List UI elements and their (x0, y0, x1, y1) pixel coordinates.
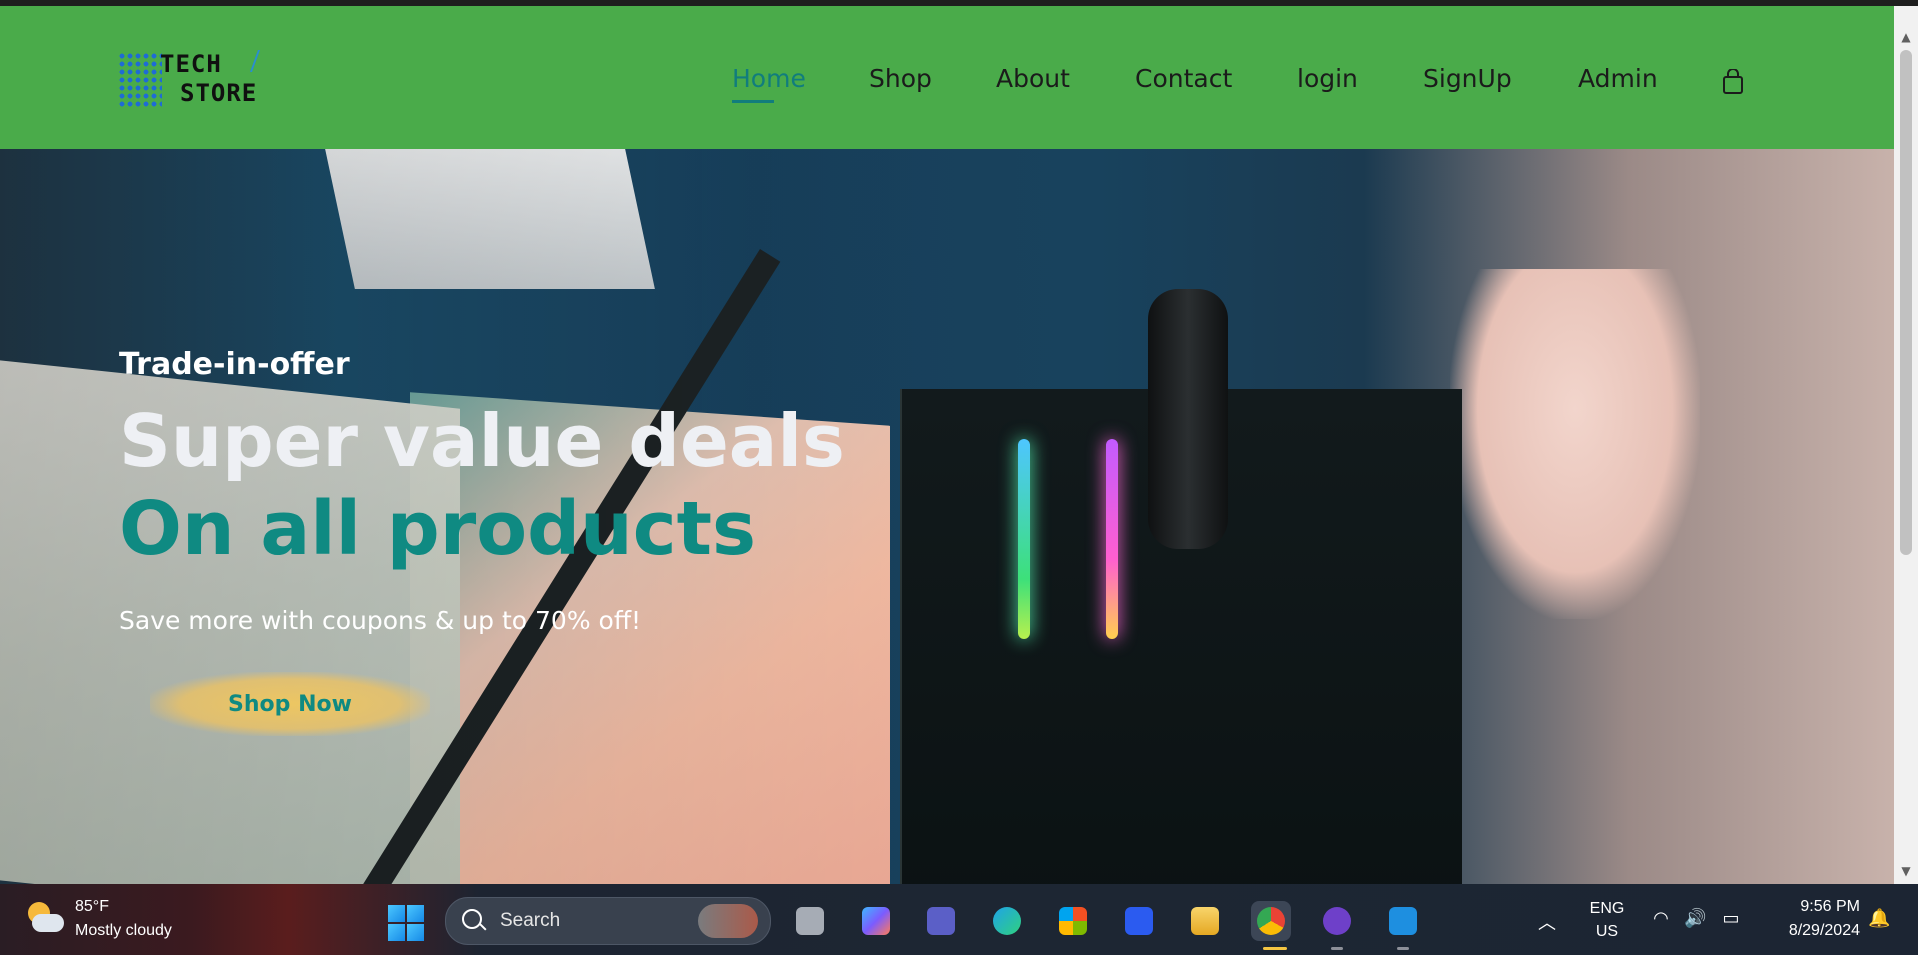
scroll-up-arrow-icon[interactable]: ▲ (1899, 30, 1913, 44)
show-hidden-icons-chevron-icon[interactable]: ︿ (1538, 909, 1556, 935)
language-indicator-line2[interactable]: US (1585, 923, 1629, 941)
search-icon (462, 909, 482, 929)
hero-kicker: Trade-in-offer (119, 347, 350, 382)
wifi-icon[interactable]: ◠ (1650, 908, 1672, 930)
scroll-thumb[interactable] (1900, 50, 1912, 555)
nav-signup[interactable]: SignUp (1423, 64, 1512, 93)
nav-contact[interactable]: Contact (1135, 64, 1232, 93)
vscode-icon[interactable] (1383, 901, 1423, 950)
logo-stroke (229, 50, 261, 72)
language-indicator-line1[interactable]: ENG (1585, 900, 1629, 918)
nav-home[interactable]: Home (732, 64, 806, 103)
start-button[interactable] (388, 905, 424, 941)
windows-taskbar: 85°F Mostly cloudy Search ︿ ENG US ◠ 🔊 ▭… (0, 884, 1918, 955)
nav-admin[interactable]: Admin (1578, 64, 1658, 93)
search-label: Search (500, 910, 561, 931)
microsoft-store-icon[interactable] (1053, 901, 1093, 941)
scroll-down-arrow-icon[interactable]: ▼ (1899, 864, 1913, 878)
clock-time[interactable]: 9:56 PM (1768, 898, 1860, 916)
battery-icon[interactable]: ▭ (1720, 908, 1742, 930)
copilot-icon[interactable] (856, 901, 896, 941)
power-automate-icon[interactable] (1119, 901, 1159, 941)
site-header: TECH STORE Home Shop About Contact login… (0, 6, 1894, 149)
taskbar-search[interactable]: Search (445, 897, 771, 945)
hero-banner: Trade-in-offer Super value deals On all … (0, 149, 1894, 884)
page-scrollbar[interactable]: ▲ ▼ (1894, 6, 1918, 884)
logo-text-line1: TECH (160, 50, 222, 78)
shop-now-button[interactable]: Shop Now (150, 672, 430, 736)
weather-icon[interactable] (26, 900, 66, 940)
hero-headline-accent: On all products (119, 486, 757, 572)
edge-icon[interactable] (987, 901, 1027, 941)
nav-about[interactable]: About (996, 64, 1070, 93)
search-highlight-badge (698, 904, 758, 938)
volume-icon[interactable]: 🔊 (1684, 908, 1706, 930)
nav-login[interactable]: login (1297, 64, 1358, 93)
weather-temp[interactable]: 85°F (75, 898, 109, 916)
nav-shop[interactable]: Shop (869, 64, 932, 93)
notification-bell-icon[interactable]: 🔔 (1868, 908, 1890, 930)
logo-dots-icon (118, 52, 162, 108)
shopping-bag-icon[interactable] (1722, 69, 1744, 95)
site-logo[interactable]: TECH STORE (118, 46, 261, 116)
chrome-icon[interactable] (1251, 901, 1291, 950)
github-desktop-icon[interactable] (1317, 901, 1357, 950)
logo-text-line2: STORE (180, 79, 258, 107)
clock-date[interactable]: 8/29/2024 (1768, 922, 1860, 940)
weather-condition[interactable]: Mostly cloudy (75, 922, 172, 940)
task-view-icon[interactable] (790, 901, 830, 941)
hero-headline: Super value deals (119, 399, 845, 483)
teams-icon[interactable] (921, 901, 961, 941)
file-explorer-icon[interactable] (1185, 901, 1225, 941)
hero-subtext: Save more with coupons & up to 70% off! (119, 606, 642, 635)
